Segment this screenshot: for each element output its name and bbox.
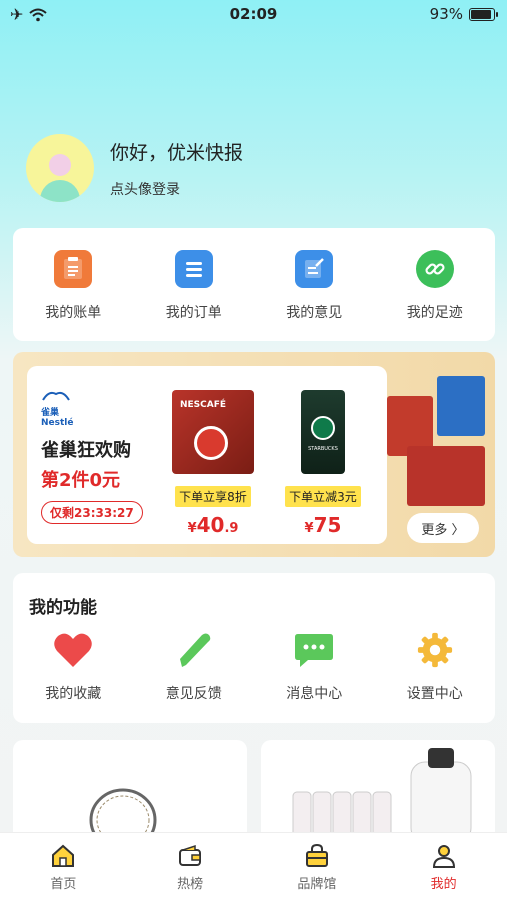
gear-icon — [417, 632, 452, 668]
promo-title: 雀巢狂欢购 — [41, 440, 131, 461]
promo-product-collage — [387, 376, 487, 512]
link-icon — [415, 250, 454, 288]
shopping-bag-icon — [305, 843, 328, 867]
promo-content: 雀巢 Nestlé 雀巢狂欢购 第2件0元 仅剩23:33:27 NESCAFÉ… — [27, 366, 387, 544]
tab-hot-list[interactable]: 热榜 — [127, 833, 254, 900]
promo-countdown: 仅剩23:33:27 — [41, 501, 143, 524]
discount-tag: 下单立享8折 — [175, 486, 251, 507]
tab-label: 我的 — [430, 877, 457, 892]
function-messages[interactable]: 消息中心 — [254, 631, 375, 703]
function-label: 消息中心 — [286, 686, 343, 702]
quick-action-bill[interactable]: 我的账单 — [13, 228, 134, 341]
function-favorites[interactable]: 我的收藏 — [13, 631, 134, 703]
battery-percent: 93% — [429, 5, 463, 23]
tab-label: 品牌馆 — [297, 877, 337, 892]
quick-action-orders[interactable]: 我的订单 — [134, 228, 255, 341]
product-nescafe[interactable]: NESCAFÉ 下单立享8折 ¥40.9 — [163, 390, 263, 537]
tab-label: 热榜 — [177, 877, 204, 892]
function-settings[interactable]: 设置中心 — [375, 631, 496, 703]
nescafe-box-image: NESCAFÉ — [172, 390, 254, 474]
quick-action-label: 我的订单 — [165, 305, 222, 321]
quick-action-label: 我的足迹 — [406, 305, 463, 321]
starbucks-bag-image: STARBUCKS — [282, 390, 364, 474]
bottom-tab-bar: 首页 热榜 品牌馆 我的 — [0, 832, 507, 900]
quick-action-footprint[interactable]: 我的足迹 — [375, 228, 496, 341]
product-starbucks[interactable]: STARBUCKS 下单立减3元 ¥75 — [273, 390, 373, 537]
greeting: 你好，优米快报 — [110, 141, 244, 164]
home-icon — [52, 844, 75, 867]
quick-action-label: 我的账单 — [45, 305, 102, 321]
quick-actions-card: 我的账单 我的订单 我的意见 我的足迹 — [13, 228, 495, 341]
more-button[interactable]: 更多 〉 — [407, 513, 479, 543]
product-price: ¥75 — [304, 513, 342, 537]
bottled-drinks-image — [292, 748, 472, 840]
promo-banner[interactable]: 雀巢 Nestlé 雀巢狂欢购 第2件0元 仅剩23:33:27 NESCAFÉ… — [13, 352, 495, 557]
discount-tag: 下单立减3元 — [285, 486, 361, 507]
profile-section: 你好，优米快报 点头像登录 — [26, 134, 243, 202]
quick-action-label: 我的意见 — [286, 305, 343, 321]
feedback-edit-icon — [295, 250, 334, 288]
order-list-icon — [174, 250, 213, 288]
bill-icon — [54, 250, 93, 288]
nestle-logo: 雀巢 Nestlé — [41, 388, 89, 428]
function-label: 我的收藏 — [45, 686, 102, 702]
tab-brand-hall[interactable]: 品牌馆 — [254, 833, 381, 900]
functions-title: 我的功能 — [29, 598, 97, 618]
my-functions-card: 我的功能 我的收藏 意见反馈 消息中心 设置中心 — [13, 573, 495, 723]
status-bar: ✈ 02:09 93% — [0, 0, 507, 30]
tab-mine[interactable]: 我的 — [380, 833, 507, 900]
function-label: 意见反馈 — [165, 686, 222, 702]
battery-icon — [469, 7, 498, 21]
wallet-icon — [179, 844, 202, 866]
bowl-image — [89, 788, 157, 840]
user-icon — [432, 845, 455, 868]
login-hint[interactable]: 点头像登录 — [110, 179, 243, 199]
avatar[interactable] — [26, 134, 94, 202]
pencil-icon — [179, 633, 211, 667]
tab-label: 首页 — [50, 877, 77, 892]
function-feedback[interactable]: 意见反馈 — [134, 631, 255, 703]
heart-icon — [54, 633, 93, 667]
product-price: ¥40.9 — [187, 513, 239, 537]
quick-action-opinion[interactable]: 我的意见 — [254, 228, 375, 341]
function-label: 设置中心 — [406, 686, 463, 702]
message-icon — [295, 634, 334, 667]
tab-home[interactable]: 首页 — [0, 833, 127, 900]
status-right: 93% — [429, 5, 498, 23]
promo-subtitle: 第2件0元 — [41, 470, 121, 491]
